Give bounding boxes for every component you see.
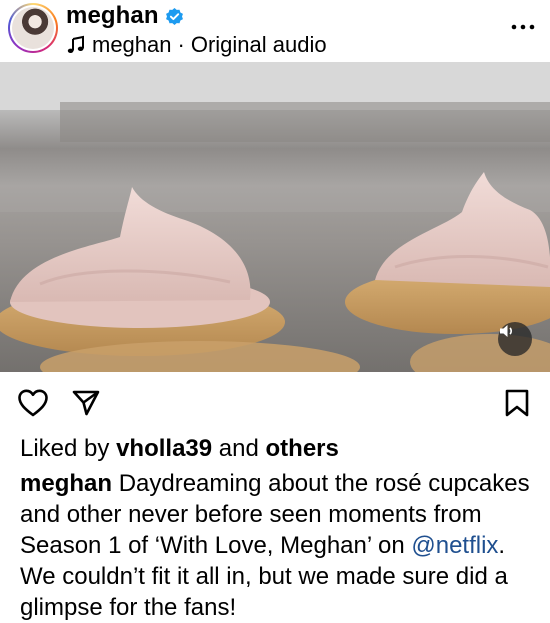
audio-attribution[interactable]: meghan · Original audio — [66, 31, 327, 59]
video-frame — [0, 62, 550, 372]
audio-separator: · — [177, 32, 185, 57]
bookmark-icon — [505, 389, 529, 417]
likes-summary[interactable]: Liked by vholla39 and others — [20, 433, 540, 464]
post-caption: Liked by vholla39 and others meghan Dayd… — [20, 433, 540, 623]
avatar-border — [10, 5, 56, 51]
caption-username[interactable]: meghan — [20, 470, 112, 497]
heart-icon — [18, 389, 48, 417]
liked-by-username[interactable]: vholla39 — [116, 435, 212, 462]
likes-prefix: Liked by — [20, 435, 110, 462]
caption-mention-link[interactable]: @netflix — [411, 532, 498, 559]
avatar[interactable] — [8, 3, 58, 53]
avatar-photo — [12, 7, 54, 49]
mute-toggle-button[interactable] — [498, 322, 532, 356]
more-options-button[interactable] — [510, 14, 536, 40]
save-button[interactable] — [500, 386, 534, 420]
share-button[interactable] — [69, 386, 103, 420]
action-bar — [0, 382, 550, 424]
username-link[interactable]: meghan — [66, 2, 159, 30]
audio-owner: meghan — [92, 32, 172, 57]
post-header: meghan meghan · Original audio — [0, 0, 550, 62]
music-note-icon — [66, 35, 86, 55]
like-button[interactable] — [16, 386, 50, 420]
likes-others-link[interactable]: others — [266, 435, 339, 462]
paper-plane-icon — [72, 390, 100, 416]
post-video[interactable] — [0, 62, 550, 372]
username-row: meghan — [66, 1, 184, 31]
speaker-icon — [500, 325, 512, 337]
more-options-icon — [511, 24, 535, 30]
verified-badge-icon — [165, 7, 184, 26]
audio-title: Original audio — [190, 32, 327, 57]
likes-connector: and — [218, 435, 259, 462]
